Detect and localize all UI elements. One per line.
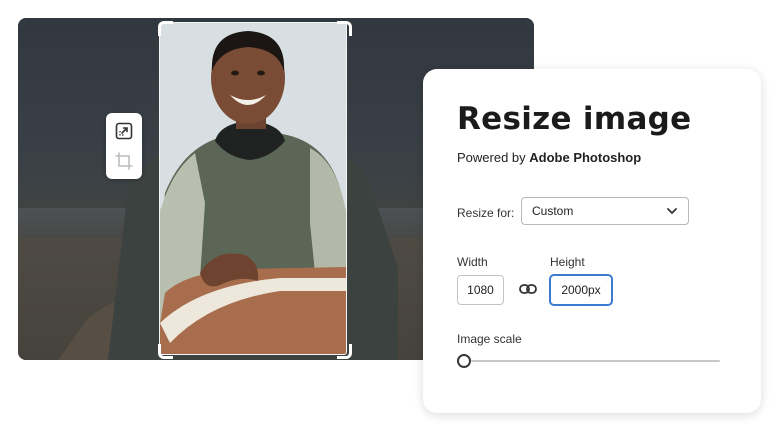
crop-icon — [115, 152, 133, 170]
crop-handle-bottom-left[interactable] — [158, 344, 173, 359]
image-scale-slider-handle[interactable] — [457, 354, 471, 368]
image-scale-label: Image scale — [457, 332, 522, 346]
resize-panel: Resize image Powered by Adobe Photoshop … — [423, 69, 761, 413]
person-illustration — [160, 23, 346, 354]
link-icon[interactable] — [519, 283, 537, 295]
powered-by-prefix: Powered by — [457, 150, 530, 165]
width-label: Width — [457, 255, 488, 269]
resize-icon — [115, 122, 133, 140]
panel-title: Resize image — [457, 101, 692, 137]
resize-tool-button[interactable] — [114, 121, 134, 141]
chevron-down-icon — [667, 208, 677, 214]
resize-for-dropdown[interactable]: Custom — [521, 197, 689, 225]
height-input[interactable]: 2000px — [549, 274, 613, 306]
resize-for-value: Custom — [532, 204, 574, 218]
crop-handle-bottom-right[interactable] — [337, 344, 352, 359]
crop-handle-top-right[interactable] — [337, 21, 352, 36]
crop-handle-top-left[interactable] — [158, 21, 173, 36]
width-input[interactable]: 1080 — [457, 275, 504, 305]
resize-for-label: Resize for: — [457, 206, 515, 220]
image-scale-slider-track[interactable] — [471, 360, 720, 362]
height-label: Height — [550, 255, 585, 269]
tool-palette — [106, 113, 142, 179]
crop-area[interactable] — [160, 23, 346, 354]
crop-tool-button[interactable] — [114, 151, 134, 171]
powered-by-brand: Adobe Photoshop — [529, 150, 642, 165]
powered-by-text: Powered by Adobe Photoshop — [457, 150, 641, 165]
